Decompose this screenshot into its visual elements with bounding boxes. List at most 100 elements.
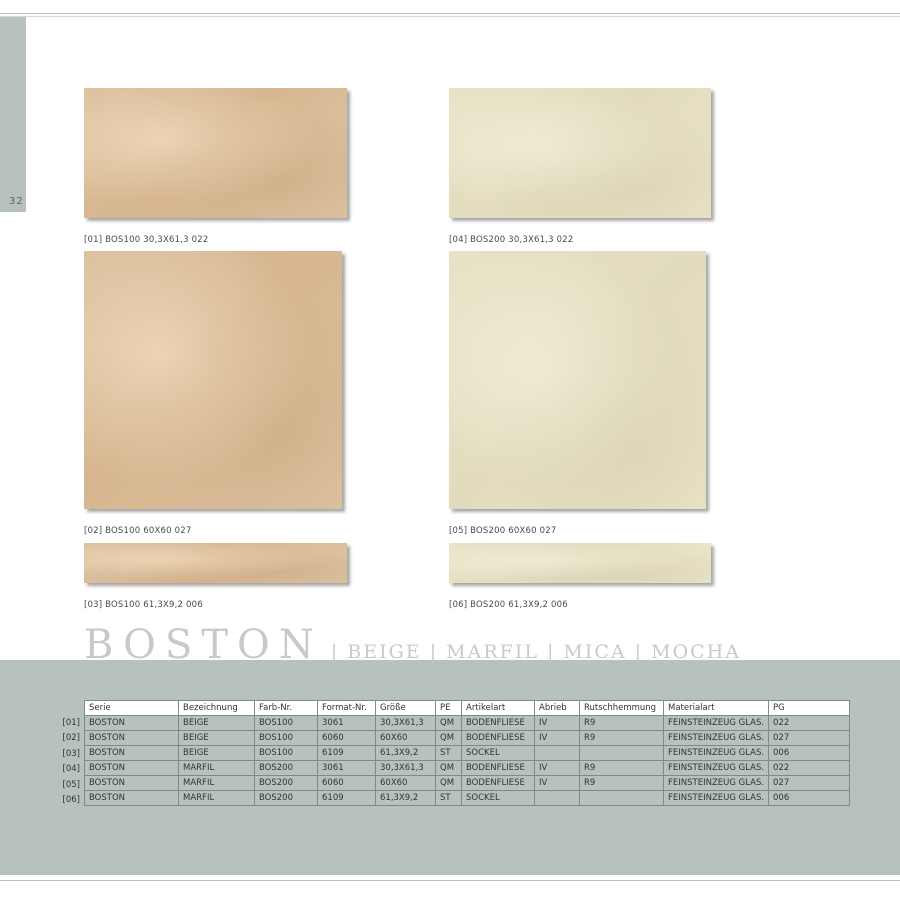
table-row: BOSTON MARFIL BOS200 3061 30,3X61,3 QM B… [84, 760, 850, 776]
table-cell: QM [435, 715, 462, 731]
tile-caption-03: [03] BOS100 61,3X9,2 006 [84, 600, 203, 610]
header-cell: Materialart [663, 700, 769, 716]
table-cell: BEIGE [178, 715, 255, 731]
header-cell: Abrieb [534, 700, 580, 716]
header-cell: Format-Nr. [317, 700, 376, 716]
table-cell: 61,3X9,2 [375, 745, 436, 761]
table-cell: BOS100 [254, 745, 318, 761]
table-cell: BEIGE [178, 730, 255, 746]
table-cell: R9 [579, 715, 664, 731]
page-number: 32 [9, 196, 24, 207]
table-cell: BOSTON [84, 790, 179, 806]
header-cell: Rutschhemmung [579, 700, 664, 716]
table-cell: BEIGE [178, 745, 255, 761]
tile-image-05 [449, 251, 706, 509]
table-cell: SOCKEL [461, 745, 535, 761]
table-cell: FEINSTEINZEUG GLAS. [663, 745, 769, 761]
table-cell: 60X60 [375, 730, 436, 746]
table-row: BOSTON BEIGE BOS100 6060 60X60 QM BODENF… [84, 730, 850, 746]
header-cell: PE [435, 700, 462, 716]
table-cell: BOSTON [84, 745, 179, 761]
table-cell: 027 [768, 775, 850, 791]
table-cell: BOSTON [84, 730, 179, 746]
table-row: BOSTON BEIGE BOS100 3061 30,3X61,3 QM BO… [84, 715, 850, 731]
bottom-rule [0, 880, 900, 881]
header-cell: Bezeichnung [178, 700, 255, 716]
table-cell: 022 [768, 715, 850, 731]
table-cell: 6109 [317, 745, 376, 761]
table-cell [579, 745, 664, 761]
table-cell: R9 [579, 775, 664, 791]
header-cell: Artikelart [461, 700, 535, 716]
table-cell: R9 [579, 730, 664, 746]
table-cell: 30,3X61,3 [375, 715, 436, 731]
table-cell: 60X60 [375, 775, 436, 791]
table-cell [534, 745, 580, 761]
table-cell: 3061 [317, 715, 376, 731]
table-cell: QM [435, 775, 462, 791]
table-cell: FEINSTEINZEUG GLAS. [663, 775, 769, 791]
header-cell: Serie [84, 700, 179, 716]
row-label: [03] [62, 748, 80, 759]
header-cell: PG [768, 700, 850, 716]
table-cell: 027 [768, 730, 850, 746]
spec-table: Serie Bezeichnung Farb-Nr. Format-Nr. Gr… [84, 700, 850, 806]
table-cell: 006 [768, 790, 850, 806]
table-row: BOSTON MARFIL BOS200 6060 60X60 QM BODEN… [84, 775, 850, 791]
series-colors: | BEIGE | MARFIL | MICA | MOCHA [322, 641, 741, 663]
tile-caption-02: [02] BOS100 60X60 027 [84, 526, 192, 536]
table-cell: BODENFLIESE [461, 730, 535, 746]
table-cell: ST [435, 790, 462, 806]
tile-caption-06: [06] BOS200 61,3X9,2 006 [449, 600, 568, 610]
header-cell: Größe [375, 700, 436, 716]
tile-image-06 [449, 543, 711, 583]
table-cell: BODENFLIESE [461, 760, 535, 776]
table-cell: 6060 [317, 730, 376, 746]
table-cell: 6109 [317, 790, 376, 806]
row-label: [02] [62, 733, 80, 744]
table-cell: 6060 [317, 775, 376, 791]
table-cell: BOSTON [84, 775, 179, 791]
table-row: BOSTON BEIGE BOS100 6109 61,3X9,2 ST SOC… [84, 745, 850, 761]
table-cell: ST [435, 745, 462, 761]
table-cell: R9 [579, 760, 664, 776]
header-cell: Farb-Nr. [254, 700, 318, 716]
tile-image-02 [84, 251, 342, 509]
table-cell: 006 [768, 745, 850, 761]
table-cell: MARFIL [178, 760, 255, 776]
tile-image-03 [84, 543, 347, 583]
tile-caption-01: [01] BOS100 30,3X61,3 022 [84, 235, 209, 245]
table-cell: SOCKEL [461, 790, 535, 806]
tile-caption-05: [05] BOS200 60X60 027 [449, 526, 557, 536]
side-bar [0, 17, 26, 212]
table-cell: IV [534, 715, 580, 731]
series-title: BOSTON | BEIGE | MARFIL | MICA | MOCHA [84, 622, 741, 668]
tile-image-04 [449, 88, 711, 218]
table-cell: FEINSTEINZEUG GLAS. [663, 790, 769, 806]
table-cell [534, 790, 580, 806]
tile-caption-04: [04] BOS200 30,3X61,3 022 [449, 235, 574, 245]
table-row: BOSTON MARFIL BOS200 6109 61,3X9,2 ST SO… [84, 790, 850, 806]
table-cell: BOS200 [254, 760, 318, 776]
table-cell: IV [534, 730, 580, 746]
table-cell: BOS200 [254, 775, 318, 791]
table-header-row: Serie Bezeichnung Farb-Nr. Format-Nr. Gr… [84, 700, 850, 716]
table-cell: FEINSTEINZEUG GLAS. [663, 760, 769, 776]
table-cell: BOSTON [84, 715, 179, 731]
table-cell: IV [534, 775, 580, 791]
row-label: [05] [62, 779, 80, 790]
table-cell: QM [435, 760, 462, 776]
table-cell: 61,3X9,2 [375, 790, 436, 806]
table-cell: BOS100 [254, 715, 318, 731]
table-cell: BOSTON [84, 760, 179, 776]
table-cell: BODENFLIESE [461, 775, 535, 791]
table-cell: MARFIL [178, 790, 255, 806]
table-cell: MARFIL [178, 775, 255, 791]
top-rule-secondary [0, 16, 900, 17]
table-cell: 3061 [317, 760, 376, 776]
row-label: [01] [62, 718, 80, 728]
table-cell [579, 790, 664, 806]
table-cell: FEINSTEINZEUG GLAS. [663, 730, 769, 746]
table-cell: IV [534, 760, 580, 776]
table-cell: BOS100 [254, 730, 318, 746]
